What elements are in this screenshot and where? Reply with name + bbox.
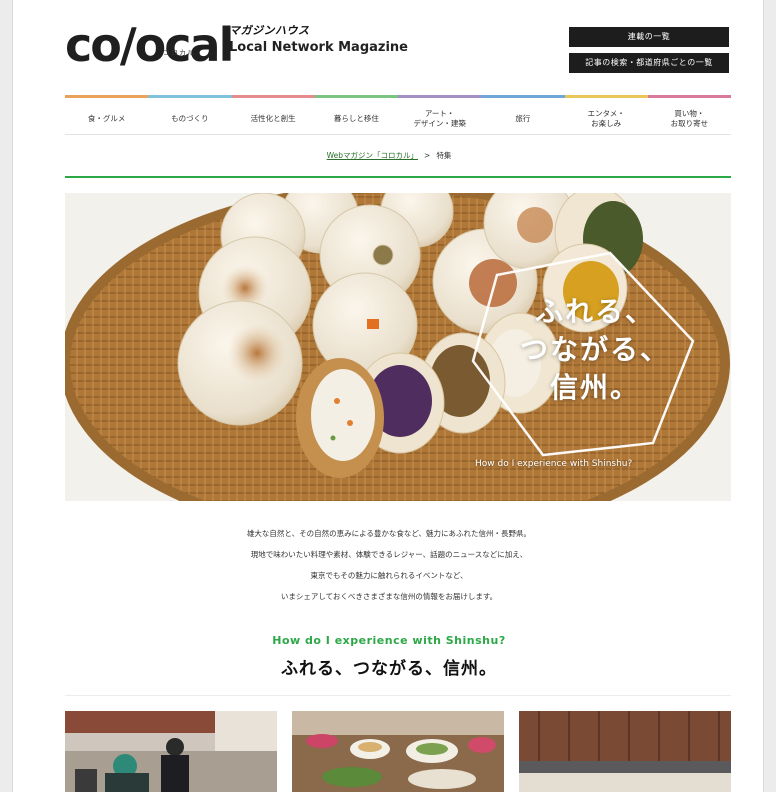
colocal-logo[interactable]: co/ocal bbox=[65, 18, 234, 78]
nav-item-revitalization[interactable]: 活性化と創生 bbox=[231, 95, 315, 133]
breadcrumb-home-link[interactable]: Webマガジン「コロカル」 bbox=[327, 151, 418, 160]
intro-line: 雄大な自然と、その自然の恵みによる豊かな食など、魅力にあふれた信州・長野県。 bbox=[246, 529, 532, 538]
series-list-button[interactable]: 連載の一覧 bbox=[569, 27, 729, 47]
hero-banner[interactable]: ふれる、 つながる、 信州。 How do I experience with … bbox=[65, 193, 731, 501]
hero-title-line: 信州。 bbox=[549, 371, 640, 404]
food-photo bbox=[292, 711, 504, 792]
breadcrumb-separator: > bbox=[424, 151, 431, 160]
section-divider-2 bbox=[65, 695, 731, 696]
intro-line: 東京でもその魅力に触れられるイベントなど、 bbox=[310, 571, 468, 580]
hero-title-line: つながる、 bbox=[519, 333, 670, 366]
nav-item-food[interactable]: 食・グルメ bbox=[65, 95, 149, 133]
hero-title-line: ふれる、 bbox=[534, 295, 655, 328]
article-thumbnail-people[interactable] bbox=[65, 711, 277, 792]
nav-item-living[interactable]: 暮らしと移住 bbox=[314, 95, 398, 133]
hero-subtitle: How do I experience with Shinshu? bbox=[475, 459, 633, 469]
nav-item-art[interactable]: アート・ デザイン・建築 bbox=[398, 95, 482, 133]
logo-wordmark[interactable]: co/ocal bbox=[65, 18, 234, 72]
logo-kana: コロカル bbox=[163, 49, 195, 57]
hero-title: ふれる、 つながる、 信州。 bbox=[495, 293, 695, 407]
breadcrumb: Webマガジン「コロカル」 > 特集 bbox=[13, 150, 763, 161]
site-subtitle: Local Network Magazine bbox=[229, 40, 408, 55]
intro-line: いまシェアしておくべきさまざまな信州の情報をお届けします。 bbox=[280, 592, 498, 601]
page: co/ocal コロカル マガジンハウス Local Network Magaz… bbox=[12, 0, 764, 792]
category-nav: 食・グルメ ものづくり 活性化と創生 暮らしと移住 アート・ デザイン・建築 旅… bbox=[65, 95, 731, 133]
nav-item-shopping[interactable]: 買い物・ お取り寄せ bbox=[647, 95, 731, 133]
publisher-name[interactable]: マガジンハウス bbox=[229, 22, 408, 38]
article-thumbnail-building[interactable] bbox=[519, 711, 731, 792]
article-thumbnail-food[interactable] bbox=[292, 711, 504, 792]
brand-block: マガジンハウス Local Network Magazine bbox=[229, 22, 408, 55]
section-divider bbox=[65, 176, 731, 178]
section-tagline: ふれる、つながる、信州。 bbox=[281, 659, 497, 679]
building-photo bbox=[519, 711, 731, 792]
nav-item-entertainment[interactable]: エンタメ・ お楽しみ bbox=[564, 95, 648, 133]
nav-divider bbox=[65, 134, 731, 135]
search-articles-button[interactable]: 記事の検索・都道府県ごとの一覧 bbox=[569, 53, 729, 73]
nav-item-travel[interactable]: 旅行 bbox=[481, 95, 565, 133]
section-question: How do I experience with Shinshu? bbox=[272, 634, 506, 647]
intro-text: 雄大な自然と、その自然の恵みによる豊かな食など、魅力にあふれた信州・長野県。 現… bbox=[13, 523, 763, 607]
people-photo bbox=[65, 711, 277, 792]
breadcrumb-current: 特集 bbox=[436, 151, 452, 160]
intro-line: 現地で味わいたい料理や素材、体験できるレジャー、話題のニュースなどに加え、 bbox=[250, 550, 528, 559]
nav-item-craft[interactable]: ものづくり bbox=[148, 95, 232, 133]
